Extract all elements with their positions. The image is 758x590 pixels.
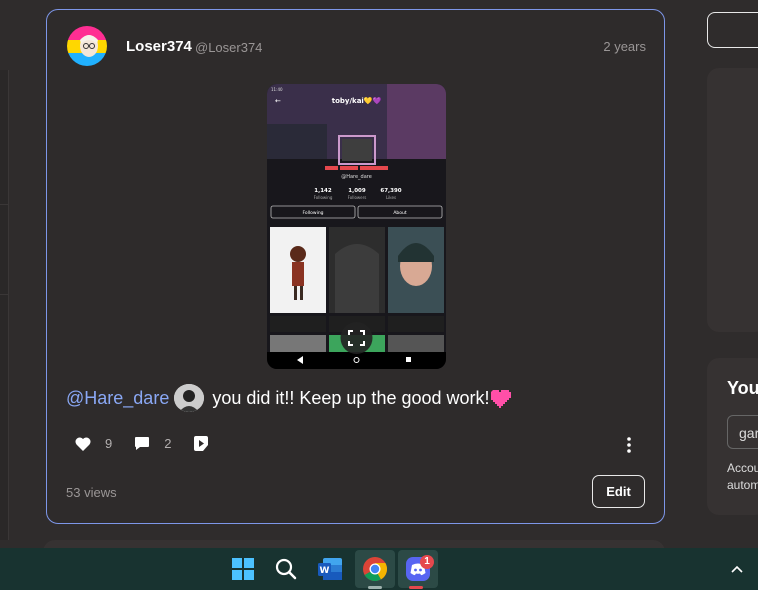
post-body: @Hare_dare you did it!! Keep up the good… (66, 384, 513, 412)
profile-screenshot: 11:40 ← toby/kai💛💜 @Hare_dare 1,142 Foll… (267, 84, 446, 369)
svg-text:W: W (320, 566, 330, 576)
post-actions: 9 2 (75, 435, 245, 452)
chevron-up-icon[interactable] (731, 565, 743, 573)
like-button[interactable]: 9 (75, 436, 112, 451)
edit-button[interactable]: Edit (592, 475, 645, 508)
post-handle: @Loser374 (195, 40, 263, 55)
right-panel-input[interactable]: gar (727, 415, 758, 449)
stat-followers-label: Followers (348, 195, 367, 200)
discord-notification-badge: 1 (420, 555, 434, 569)
right-panel-button[interactable] (707, 12, 758, 48)
comment-icon (135, 437, 150, 450)
left-panel-edge (0, 70, 9, 540)
chrome-icon[interactable] (360, 554, 390, 584)
view-count: 53 views (66, 485, 117, 500)
start-icon[interactable] (228, 554, 258, 584)
following-button-label: Following (302, 210, 323, 216)
post-timestamp: 2 years (603, 39, 646, 54)
user-avatar[interactable] (67, 26, 107, 66)
search-icon[interactable] (271, 554, 301, 584)
right-panel-title: You (727, 378, 758, 398)
svg-text:11:40: 11:40 (271, 87, 283, 92)
comment-button[interactable]: 2 (134, 436, 171, 451)
post-image[interactable]: 11:40 ← toby/kai💛💜 @Hare_dare 1,142 Foll… (267, 84, 446, 369)
stat-following-label: Following (314, 195, 333, 200)
about-button-label: About (393, 210, 407, 216)
stat-likes-label: Likes (386, 195, 396, 200)
word-icon[interactable]: W (315, 554, 345, 584)
stat-followers-value: 1,009 (348, 188, 366, 194)
stat-likes-value: 67,390 (380, 188, 401, 194)
more-options-icon[interactable] (626, 437, 632, 453)
taskbar: W (0, 548, 758, 590)
svg-text:←: ← (275, 97, 281, 105)
comment-count: 2 (164, 436, 172, 451)
mention-avatar (174, 384, 205, 412)
heart-icon (75, 436, 91, 451)
right-panel-card-2: You gar Accou autom (707, 358, 758, 515)
right-panel-card (707, 68, 758, 332)
right-panel-text: Accou autom (727, 461, 758, 492)
like-count: 9 (105, 436, 113, 451)
mention-link[interactable]: @Hare_dare (66, 388, 169, 409)
profile-handle: @Hare_dare (341, 174, 372, 180)
post-username[interactable]: Loser374 (126, 38, 192, 55)
pink-heart-icon (490, 390, 511, 408)
stat-following-value: 1,142 (314, 188, 332, 194)
repost-button[interactable] (193, 435, 223, 452)
post-text: you did it!! Keep up the good work! (212, 387, 490, 408)
repost-icon (194, 436, 209, 451)
profile-title: toby/kai💛💜 (332, 96, 382, 105)
post-card: Loser374 @Loser374 2 years 11:40 ← toby/… (46, 9, 665, 524)
